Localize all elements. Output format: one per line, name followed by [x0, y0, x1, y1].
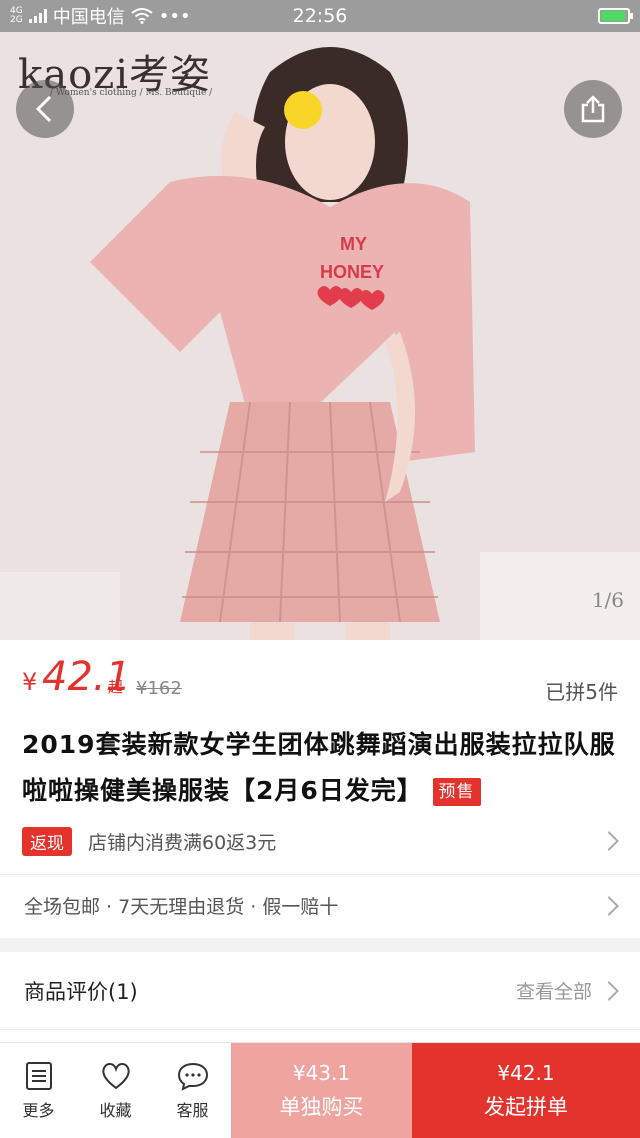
single-label: 单独购买 [279, 1094, 364, 1119]
bottom-action-bar: 更多 收藏 客服 ¥43.1 单独购买 ¥42.1 发起拼单 [0, 1042, 640, 1138]
customer-service-label: 客服 [176, 1100, 209, 1120]
sold-count: 已拼5件 [545, 680, 618, 704]
chevron-right-icon [599, 895, 619, 916]
more-label: 更多 [22, 1100, 55, 1120]
price-currency: ¥ [22, 668, 38, 696]
price-row: ¥ 42.1 起 ¥162 已拼5件 [0, 640, 640, 706]
product-page: 4G 2G 中国电信 ••• 22:56 MY HONEY kaozi考姿 / … [0, 0, 640, 1138]
promo-row[interactable]: 返现 店铺内消费满60返3元 [0, 818, 640, 864]
chevron-left-icon [35, 95, 52, 123]
start-group-buy-button[interactable]: ¥42.1 发起拼单 [412, 1043, 640, 1138]
heart-icon [101, 1062, 130, 1089]
service-row[interactable]: 全场包邮 · 7天无理由退货 · 假一赔十 [0, 874, 640, 936]
chevron-right-icon [599, 980, 619, 1001]
group-price: ¥42.1 [497, 1060, 555, 1085]
reviews-row[interactable]: 商品评价(1) 查看全部 [0, 952, 640, 1030]
chat-bubble-icon [177, 1062, 208, 1091]
reviews-title: 商品评价(1) [24, 979, 138, 1004]
buy-alone-button[interactable]: ¥43.1 单独购买 [231, 1043, 412, 1138]
menu-list-icon [25, 1061, 52, 1090]
presale-badge: 预售 [432, 778, 481, 806]
share-button[interactable] [564, 80, 622, 138]
view-all-reviews-link[interactable]: 查看全部 [516, 977, 592, 1004]
share-icon [581, 95, 605, 123]
network-type: 4G 2G [10, 7, 23, 25]
wifi-icon [131, 8, 153, 24]
favorite-button[interactable]: 收藏 [77, 1043, 154, 1138]
logo-subtitle: / Women's clothing / Ms. Boutique / [50, 88, 213, 98]
network-2g: 2G [10, 15, 23, 25]
original-price: ¥162 [136, 678, 182, 699]
single-price: ¥43.1 [292, 1060, 351, 1085]
price-suffix: 起 [108, 678, 124, 696]
chevron-right-icon [599, 831, 619, 851]
cashback-badge: 返现 [22, 826, 72, 856]
product-photo: MY HONEY [0, 32, 640, 640]
product-title-text: 2019套装新款女学生团体跳舞蹈演出服装拉拉队服啦啦操健美操服装【2月6日发完】 [22, 730, 616, 805]
product-image[interactable]: MY HONEY kaozi考姿 / Women's clothing / Ms… [0, 32, 640, 640]
back-button[interactable] [16, 80, 74, 138]
image-page-indicator: 1/6 [591, 588, 624, 612]
promo-text: 店铺内消费满60返3元 [88, 831, 277, 854]
section-divider [0, 938, 640, 952]
group-label: 发起拼单 [484, 1094, 568, 1119]
shirt-text-my: MY [340, 234, 367, 254]
signal-icon [28, 9, 47, 23]
carrier-name: 中国电信 [52, 7, 125, 28]
customer-service-button[interactable]: 客服 [154, 1043, 231, 1138]
shirt-text-honey: HONEY [320, 262, 384, 282]
product-title: 2019套装新款女学生团体跳舞蹈演出服装拉拉队服啦啦操健美操服装【2月6日发完】… [22, 722, 622, 814]
more-status-icon: ••• [158, 5, 191, 27]
favorite-label: 收藏 [99, 1100, 132, 1120]
yellow-ball [284, 91, 322, 129]
more-button[interactable]: 更多 [0, 1043, 77, 1138]
battery-icon [598, 8, 633, 24]
service-text: 全场包邮 · 7天无理由退货 · 假一赔十 [24, 896, 339, 918]
status-bar: 4G 2G 中国电信 ••• 22:56 [0, 0, 640, 32]
